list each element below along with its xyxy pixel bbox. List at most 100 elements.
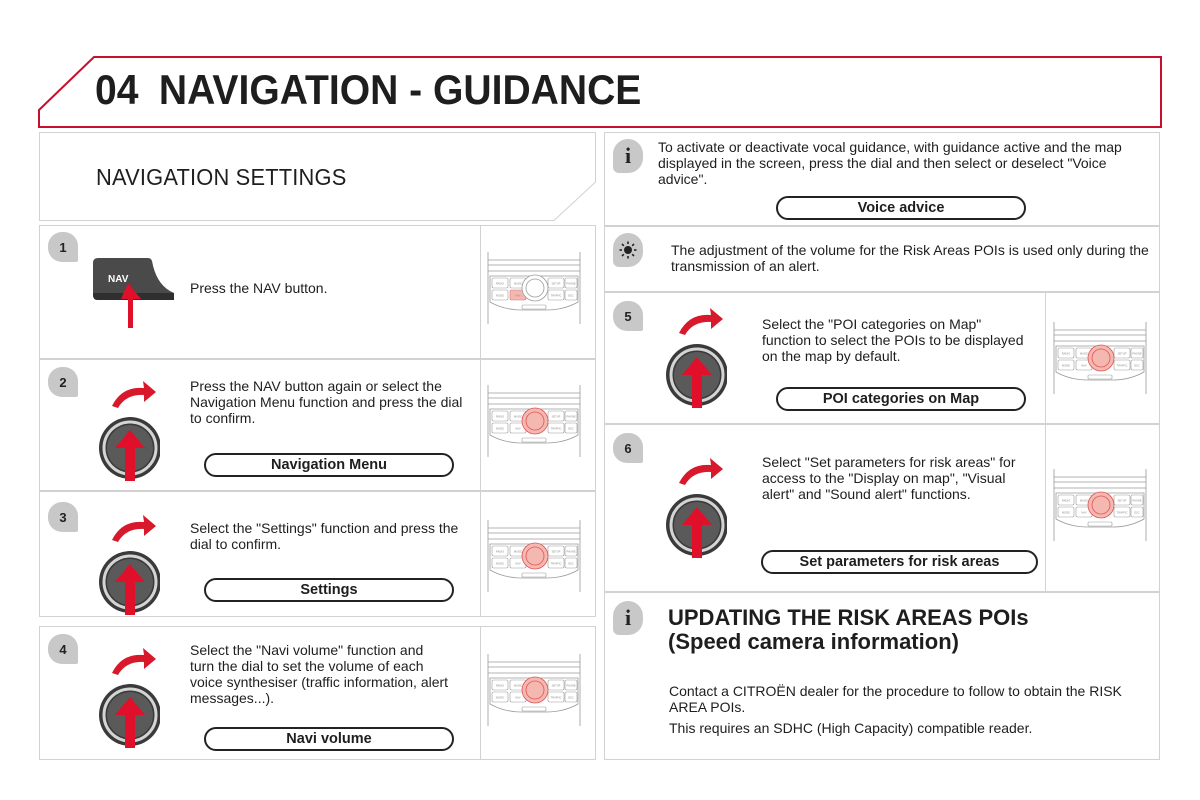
chapter-number: 04 [95, 66, 139, 113]
console-illustration: RADIO MUSIC SETUP PHONE MODE NAV TRAFFIC ESC [1053, 322, 1147, 394]
divider [480, 491, 481, 617]
lightbulb-rays-icon [619, 241, 637, 259]
svg-text:PHONE: PHONE [566, 550, 575, 554]
step-number-badge: 2 [48, 367, 78, 397]
svg-text:SETUP: SETUP [1118, 352, 1127, 356]
svg-text:ESC: ESC [568, 696, 573, 700]
step-number-badge: 6 [613, 433, 643, 463]
nav-button-press-icon: NAV [93, 258, 174, 328]
rotate-arrow-icon [679, 308, 723, 335]
updating-paragraph-1: Contact a CITROËN dealer for the procedu… [669, 683, 1122, 715]
dial-rotate-press-icon [99, 648, 160, 748]
divider [1045, 424, 1046, 592]
risk-volume-tip-text: The adjustment of the volume for the Ris… [671, 242, 1149, 274]
divider [480, 626, 481, 760]
svg-text:ESC: ESC [1134, 364, 1139, 368]
console-illustration: RADIO MUSIC SETUP PHONE MODE NAV TRAFFIC ESC [487, 385, 581, 457]
svg-text:MUSIC: MUSIC [514, 415, 522, 419]
step-4-text: Select the "Navi volume" function and tu… [190, 642, 449, 706]
svg-text:RADIO: RADIO [1062, 499, 1070, 503]
svg-text:SETUP: SETUP [1118, 499, 1127, 503]
svg-text:MODE: MODE [496, 562, 504, 566]
svg-text:ESC: ESC [568, 427, 573, 431]
svg-text:SETUP: SETUP [552, 684, 561, 688]
svg-text:MUSIC: MUSIC [514, 282, 522, 286]
svg-text:NAV: NAV [1081, 364, 1086, 368]
svg-text:MODE: MODE [1062, 364, 1070, 368]
dial-rotate-press-icon [666, 458, 727, 558]
svg-text:MODE: MODE [496, 294, 504, 298]
step-6-text: Select "Set parameters for risk areas" f… [762, 454, 1016, 502]
svg-text:MUSIC: MUSIC [1080, 499, 1088, 503]
svg-text:MUSIC: MUSIC [1080, 352, 1088, 356]
voice-advice-note-text: To activate or deactivate vocal guidance… [658, 139, 1122, 187]
updating-title-line-1: UPDATING THE RISK AREAS POIs [668, 605, 1029, 630]
chapter-title: 04 NAVIGATION - GUIDANCE [95, 66, 641, 114]
menu-item-poi-categories[interactable]: POI categories on Map [776, 387, 1026, 411]
svg-text:RADIO: RADIO [496, 550, 504, 554]
menu-item-risk-area-parameters[interactable]: Set parameters for risk areas [761, 550, 1038, 574]
svg-text:SETUP: SETUP [552, 415, 561, 419]
svg-text:PHONE: PHONE [1132, 352, 1141, 356]
svg-text:MUSIC: MUSIC [514, 550, 522, 554]
rotate-arrow-icon [112, 381, 156, 408]
svg-text:NAV: NAV [515, 294, 520, 298]
svg-text:TRAFFIC: TRAFFIC [551, 562, 562, 566]
svg-text:RADIO: RADIO [496, 684, 504, 688]
console-illustration: RADIO MUSIC SETUP PHONE MODE NAV TRAFFIC ESC [487, 252, 581, 324]
svg-text:NAV: NAV [515, 696, 520, 700]
chapter-title-text: NAVIGATION - GUIDANCE [158, 66, 642, 113]
console-illustration: RADIO MUSIC SETUP PHONE MODE NAV TRAFFIC ESC [1053, 469, 1147, 541]
updating-title-line-2: (Speed camera information) [668, 629, 959, 654]
updating-title: UPDATING THE RISK AREAS POIs (Speed came… [668, 606, 1029, 654]
tip-lightbulb-icon [613, 233, 643, 267]
updating-paragraph-2: This requires an SDHC (High Capacity) co… [669, 720, 1033, 736]
svg-text:MODE: MODE [496, 427, 504, 431]
step-1-text: Press the NAV button. [190, 280, 328, 296]
menu-item-settings[interactable]: Settings [204, 578, 454, 602]
svg-text:MODE: MODE [1062, 511, 1070, 515]
svg-text:RADIO: RADIO [496, 415, 504, 419]
step-number-badge: 4 [48, 634, 78, 664]
menu-item-voice-advice[interactable]: Voice advice [776, 196, 1026, 220]
menu-item-navi-volume[interactable]: Navi volume [204, 727, 454, 751]
svg-text:RADIO: RADIO [496, 282, 504, 286]
svg-text:ESC: ESC [568, 562, 573, 566]
console-illustration: RADIO MUSIC SETUP PHONE MODE NAV TRAFFIC ESC [487, 520, 581, 592]
svg-text:NAV: NAV [108, 274, 129, 285]
svg-text:NAV: NAV [1081, 511, 1086, 515]
svg-text:PHONE: PHONE [566, 282, 575, 286]
step-number-badge: 3 [48, 502, 78, 532]
rotate-arrow-icon [112, 648, 156, 675]
svg-text:RADIO: RADIO [1062, 352, 1070, 356]
divider [480, 359, 481, 491]
svg-text:TRAFFIC: TRAFFIC [551, 696, 562, 700]
svg-text:ESC: ESC [568, 294, 573, 298]
svg-text:NAV: NAV [515, 562, 520, 566]
svg-text:TRAFFIC: TRAFFIC [1117, 364, 1128, 368]
info-icon: i [613, 601, 643, 635]
info-icon: i [613, 139, 643, 173]
svg-text:SETUP: SETUP [552, 282, 561, 286]
step-5-text: Select the "POI categories on Map" funct… [762, 316, 1024, 364]
console-illustration: RADIO MUSIC SETUP PHONE MODE NAV TRAFFIC ESC [487, 654, 581, 726]
svg-text:NAV: NAV [515, 427, 520, 431]
dial-rotate-press-icon [99, 515, 160, 615]
rotate-arrow-icon [112, 515, 156, 542]
svg-text:PHONE: PHONE [566, 684, 575, 688]
svg-text:TRAFFIC: TRAFFIC [551, 427, 562, 431]
dial-rotate-press-icon [99, 381, 160, 481]
step-3-text: Select the "Settings" function and press… [190, 520, 459, 552]
svg-text:TRAFFIC: TRAFFIC [1117, 511, 1128, 515]
rotate-arrow-icon [679, 458, 723, 485]
section-title: NAVIGATION SETTINGS [96, 164, 347, 190]
svg-text:PHONE: PHONE [1132, 499, 1141, 503]
svg-text:PHONE: PHONE [566, 415, 575, 419]
svg-text:TRAFFIC: TRAFFIC [551, 294, 562, 298]
dial-rotate-press-icon [666, 308, 727, 408]
svg-text:SETUP: SETUP [552, 550, 561, 554]
step-2-text: Press the NAV button again or select the… [190, 378, 463, 426]
step-number-badge: 1 [48, 232, 78, 262]
svg-text:ESC: ESC [1134, 511, 1139, 515]
menu-item-navigation-menu[interactable]: Navigation Menu [204, 453, 454, 477]
